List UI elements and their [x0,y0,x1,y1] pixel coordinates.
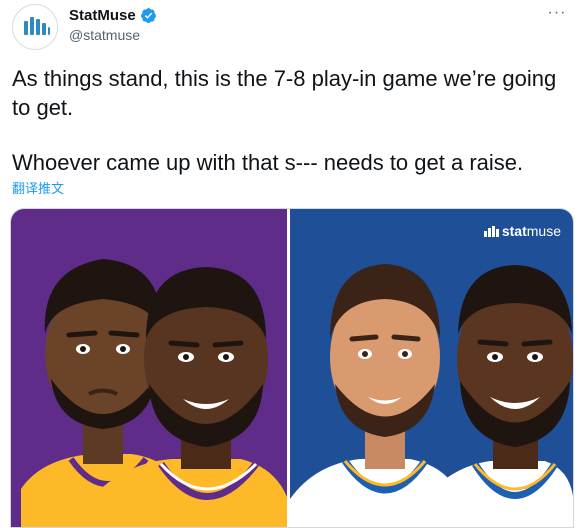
watermark-muse: muse [526,223,561,239]
tweet-line-1: As things stand, this is the 7-8 play-in… [12,66,557,120]
tweet-header: StatMuse @statmuse ··· [12,4,568,50]
tweet-line-2: Whoever came up with that s--- needs to … [12,150,524,175]
statmuse-logo-icon [14,6,57,49]
statmuse-bars-icon [483,225,499,237]
lakers-players-image[interactable] [11,209,291,527]
verified-badge-icon [140,7,156,23]
author-handle[interactable]: @statmuse [69,27,140,43]
statmuse-watermark: stat muse [483,223,561,239]
author-name-row[interactable]: StatMuse [69,5,157,25]
warriors-players-image[interactable]: stat muse [290,209,573,527]
tweet-media[interactable]: stat muse [10,208,574,528]
warriors-illustration [290,264,573,527]
more-horizontal-icon[interactable]: ··· [546,4,568,22]
tweet-text: As things stand, this is the 7-8 play-in… [12,64,568,177]
display-name[interactable]: StatMuse [69,7,136,24]
lakers-illustration [21,259,288,527]
watermark-stat: stat [501,223,527,239]
avatar[interactable] [12,4,58,50]
translate-link[interactable]: 翻译推文 [12,178,64,197]
